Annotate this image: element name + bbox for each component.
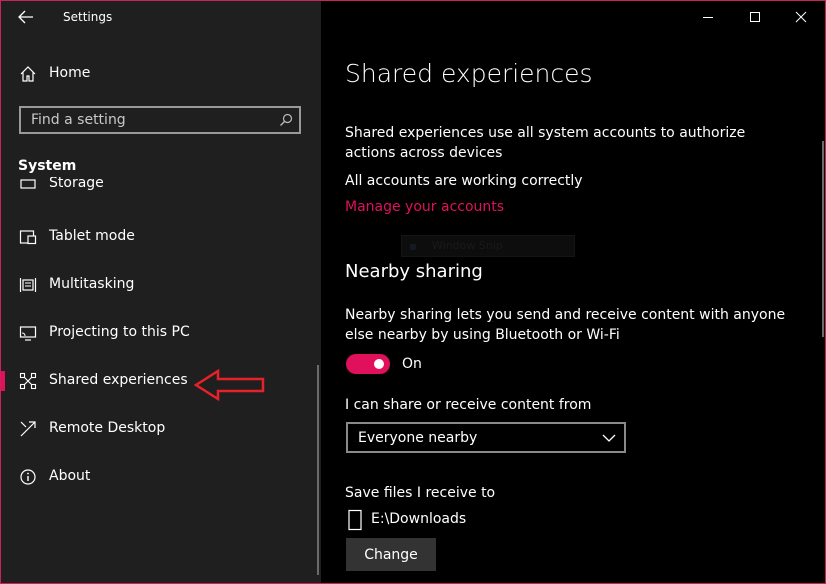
- device-folder-icon: [348, 509, 362, 531]
- sidebar-item-label: Multitasking: [49, 276, 135, 292]
- back-button[interactable]: [15, 7, 37, 27]
- sidebar-item-remote-desktop[interactable]: Remote Desktop: [1, 409, 315, 449]
- save-files-label: Save files I receive to: [345, 485, 496, 501]
- nearby-sharing-title: Nearby sharing: [345, 261, 483, 282]
- minimize-icon: [703, 17, 713, 18]
- chevron-down-icon: [602, 434, 616, 442]
- save-path: E:\Downloads: [371, 511, 467, 527]
- projecting-icon: [19, 326, 37, 341]
- intro-text: Shared experiences use all system accoun…: [345, 125, 746, 161]
- storage-icon: [20, 179, 36, 189]
- sidebar-item-label: Remote Desktop: [49, 420, 166, 436]
- maximize-button[interactable]: [732, 1, 778, 33]
- sidebar-scrollbar[interactable]: [317, 365, 319, 575]
- home-label: Home: [49, 65, 91, 81]
- nearby-sharing-toggle[interactable]: [346, 354, 390, 374]
- sidebar: Settings Home System Storage: [1, 1, 321, 583]
- toggle-state-label: On: [402, 356, 422, 372]
- content-pane: Shared experiences Shared experiences us…: [321, 1, 825, 583]
- sidebar-item-label: Projecting to this PC: [49, 324, 190, 340]
- search-input[interactable]: [21, 108, 271, 132]
- home-nav-item[interactable]: Home: [1, 57, 321, 91]
- sidebar-item-shared-experiences[interactable]: Shared experiences: [1, 361, 315, 401]
- back-arrow-icon: [18, 10, 33, 24]
- ghost-window-snip: Window Snip: [401, 235, 575, 257]
- red-arrow-annotation-icon: [193, 368, 265, 402]
- shared-experiences-icon: [19, 372, 37, 390]
- tablet-mode-icon: [19, 230, 37, 245]
- share-from-label: I can share or receive content from: [345, 397, 592, 413]
- sidebar-item-storage[interactable]: Storage: [1, 177, 315, 204]
- sidebar-item-about[interactable]: About: [1, 457, 315, 497]
- close-button[interactable]: [778, 1, 824, 33]
- nav-list: Storage Tablet mode Multitasking Project…: [1, 177, 321, 583]
- window-snip-icon: [410, 244, 416, 250]
- maximize-icon: [750, 12, 760, 22]
- manage-accounts-link[interactable]: Manage your accounts: [345, 199, 504, 215]
- ghost-window-label: Window Snip: [432, 239, 503, 252]
- sidebar-item-tablet-mode[interactable]: Tablet mode: [1, 217, 315, 257]
- title-bar: Settings: [1, 1, 321, 33]
- window-controls: [685, 1, 825, 33]
- nearby-sharing-description: Nearby sharing lets you send and receive…: [345, 307, 786, 343]
- sidebar-item-multitasking[interactable]: Multitasking: [1, 265, 315, 305]
- remote-desktop-icon: [20, 421, 36, 437]
- home-icon: [20, 66, 36, 82]
- section-heading-system: System: [18, 158, 77, 174]
- app-title: Settings: [63, 10, 113, 24]
- info-icon: [20, 469, 36, 485]
- account-status-text: All accounts are working correctly: [345, 173, 583, 189]
- toggle-knob: [374, 359, 384, 369]
- content-scrollbar[interactable]: [822, 141, 824, 337]
- sidebar-item-label: Tablet mode: [49, 228, 135, 244]
- sidebar-item-label: Storage: [49, 177, 104, 191]
- search-box[interactable]: [19, 106, 301, 134]
- sidebar-item-projecting[interactable]: Projecting to this PC: [1, 313, 315, 353]
- settings-window: Settings Home System Storage: [0, 0, 826, 584]
- dropdown-value: Everyone nearby: [358, 430, 478, 446]
- page-title: Shared experiences: [345, 59, 593, 88]
- change-button[interactable]: Change: [346, 538, 436, 571]
- multitasking-icon: [19, 278, 37, 292]
- sidebar-item-label: About: [49, 468, 91, 484]
- sidebar-item-label: Shared experiences: [49, 372, 188, 388]
- search-icon[interactable]: [279, 113, 293, 127]
- close-icon: [795, 11, 807, 23]
- share-from-dropdown[interactable]: Everyone nearby: [346, 422, 626, 453]
- minimize-button[interactable]: [685, 1, 731, 33]
